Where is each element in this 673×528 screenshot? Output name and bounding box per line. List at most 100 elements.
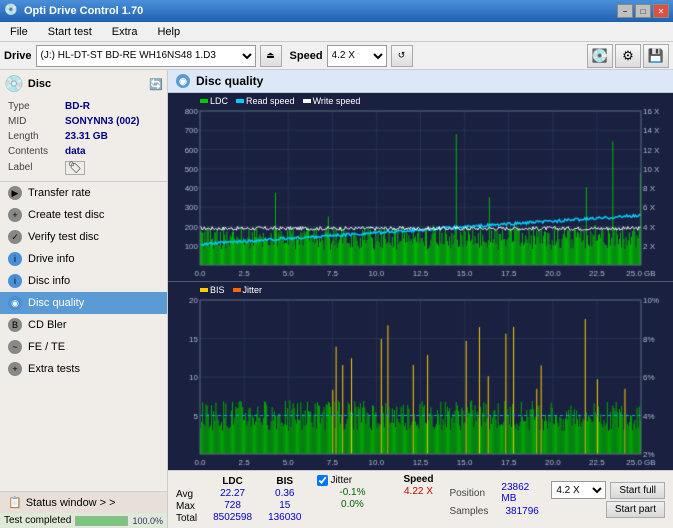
start-part-button[interactable]: Start part <box>606 501 665 518</box>
speed-stats-col: Speed 4.22 X <box>403 474 433 525</box>
close-button[interactable]: ✕ <box>653 4 669 18</box>
nav-create-test-disc-label: Create test disc <box>28 209 104 221</box>
menu-help[interactable]: Help <box>151 24 186 40</box>
settings-icon-button[interactable]: ⚙ <box>615 44 641 68</box>
main-content: 💿 Disc 🔄 TypeBD-R MIDSONYNN3 (002) Lengt… <box>0 70 673 528</box>
stats-row-labels: Avg Max Total <box>176 475 197 524</box>
disc-info-table: TypeBD-R MIDSONYNN3 (002) Length23.31 GB… <box>4 98 163 177</box>
read-speed-legend: Read speed <box>236 96 295 106</box>
jitter-legend-label: Jitter <box>243 285 263 295</box>
avg-ldc-value: 22.27 <box>213 488 252 499</box>
disc-panel: 💿 Disc 🔄 TypeBD-R MIDSONYNN3 (002) Lengt… <box>0 70 167 182</box>
samples-row: Samples 381796 <box>449 506 543 517</box>
nav-disc-info[interactable]: i Disc info <box>0 270 167 292</box>
sidebar: 💿 Disc 🔄 TypeBD-R MIDSONYNN3 (002) Lengt… <box>0 70 168 528</box>
jitter-checkbox[interactable] <box>317 475 328 486</box>
max-bis-value: 15 <box>268 500 301 511</box>
label-edit-icon[interactable]: 🏷 <box>65 161 85 175</box>
total-label: Total <box>176 513 197 524</box>
nav-fe-te[interactable]: ~ FE / TE <box>0 336 167 358</box>
status-window-button[interactable]: 📋 Status window > > <box>0 491 167 513</box>
contents-label: Contents <box>6 145 61 158</box>
nav-disc-quality[interactable]: ◉ Disc quality <box>0 292 167 314</box>
max-ldc-value: 728 <box>213 500 252 511</box>
maximize-button[interactable]: □ <box>635 4 651 18</box>
avg-label: Avg <box>176 489 197 500</box>
nav-transfer-rate[interactable]: ▶ Transfer rate <box>0 182 167 204</box>
disc-quality-icon: ◉ <box>8 296 22 310</box>
speed-start-area: 4.2 X Start full Start part <box>551 481 665 518</box>
drive-select[interactable]: (J:) HL-DT-ST BD-RE WH16NS48 1.D3 <box>36 45 256 67</box>
length-value: 23.31 GB <box>63 130 161 143</box>
speed-total-placeholder <box>403 512 433 525</box>
transfer-rate-icon: ▶ <box>8 186 22 200</box>
right-panel: ◉ Disc quality LDC Read speed <box>168 70 673 528</box>
speed-combo[interactable]: 4.2 X <box>551 481 606 499</box>
save-icon-button[interactable]: 💾 <box>643 44 669 68</box>
status-window-icon: 📋 <box>8 496 22 509</box>
disc-info-icon: i <box>8 274 22 288</box>
samples-label: Samples <box>449 506 499 517</box>
disc-refresh-icon[interactable]: 🔄 <box>149 78 163 91</box>
avg-jitter-value: -0.1% <box>317 487 387 498</box>
write-speed-legend-label: Write speed <box>313 96 361 106</box>
menu-file[interactable]: File <box>4 24 34 40</box>
max-label: Max <box>176 501 197 512</box>
disc-panel-header: 💿 Disc 🔄 <box>4 74 163 94</box>
cd-bler-icon: B <box>8 318 22 332</box>
minimize-button[interactable]: − <box>617 4 633 18</box>
bis-legend-label: BIS <box>210 285 225 295</box>
jitter-stats-col: Jitter -0.1% 0.0% <box>317 475 387 524</box>
read-speed-legend-label: Read speed <box>246 96 295 106</box>
speed-value: 4.22 X <box>403 486 433 497</box>
drive-info-icon: i <box>8 252 22 266</box>
bis-legend: BIS <box>200 285 225 295</box>
app-icon: 💿 <box>4 3 20 19</box>
nav-cd-bler[interactable]: B CD Bler <box>0 314 167 336</box>
jitter-total-placeholder <box>317 511 387 524</box>
extra-tests-icon: + <box>8 362 22 376</box>
jitter-col-header: Jitter <box>330 475 352 486</box>
refresh-button[interactable]: ↺ <box>391 45 413 67</box>
verify-test-disc-icon: ✓ <box>8 230 22 244</box>
total-bis-value: 136030 <box>268 512 301 523</box>
drivebar: Drive (J:) HL-DT-ST BD-RE WH16NS48 1.D3 … <box>0 42 673 70</box>
bis-col-header: BIS <box>268 476 301 487</box>
stats-right-area: Position 23862 MB Samples 381796 4.2 X S… <box>449 481 665 518</box>
chart1-container: LDC Read speed Write speed <box>168 93 673 281</box>
window-controls: − □ ✕ <box>617 4 669 18</box>
read-speed-legend-dot <box>236 99 244 103</box>
app-title: Opti Drive Control 1.70 <box>24 5 617 17</box>
nav-verify-test-disc[interactable]: ✓ Verify test disc <box>0 226 167 248</box>
position-samples-area: Position 23862 MB Samples 381796 <box>449 482 543 517</box>
start-part-row: Start part <box>551 501 665 518</box>
start-full-button[interactable]: Start full <box>610 482 665 499</box>
jitter-legend-dot <box>233 288 241 292</box>
samples-value: 381796 <box>505 506 538 517</box>
menu-extra[interactable]: Extra <box>106 24 144 40</box>
disc-icon-button[interactable]: 💽 <box>587 44 613 68</box>
speed-combo-row: 4.2 X Start full <box>551 481 665 499</box>
nav-extra-tests[interactable]: + Extra tests <box>0 358 167 380</box>
nav-create-test-disc[interactable]: + Create test disc <box>0 204 167 226</box>
disc-panel-title: Disc <box>28 78 51 90</box>
nav-drive-info[interactable]: i Drive info <box>0 248 167 270</box>
menubar: File Start test Extra Help <box>0 22 673 42</box>
speed-select[interactable]: 4.2 X <box>327 45 387 67</box>
bis-stats-col: BIS 0.36 15 136030 <box>268 476 301 523</box>
bis-legend-dot <box>200 288 208 292</box>
position-row: Position 23862 MB <box>449 482 543 504</box>
avg-bis-value: 0.36 <box>268 488 301 499</box>
fe-te-icon: ~ <box>8 340 22 354</box>
mid-label: MID <box>6 115 61 128</box>
nav-fe-te-label: FE / TE <box>28 341 65 353</box>
nav-extra-tests-label: Extra tests <box>28 363 80 375</box>
stats-bar: Avg Max Total LDC 22.27 728 8502598 BIS … <box>168 470 673 528</box>
eject-button[interactable]: ⏏ <box>260 45 282 67</box>
menu-start-test[interactable]: Start test <box>42 24 98 40</box>
ldc-chart <box>168 93 673 281</box>
chart2-container: BIS Jitter <box>168 282 673 470</box>
status-window-label: Status window > > <box>26 497 116 509</box>
drive-label: Drive <box>4 50 32 62</box>
type-label: Type <box>6 100 61 113</box>
